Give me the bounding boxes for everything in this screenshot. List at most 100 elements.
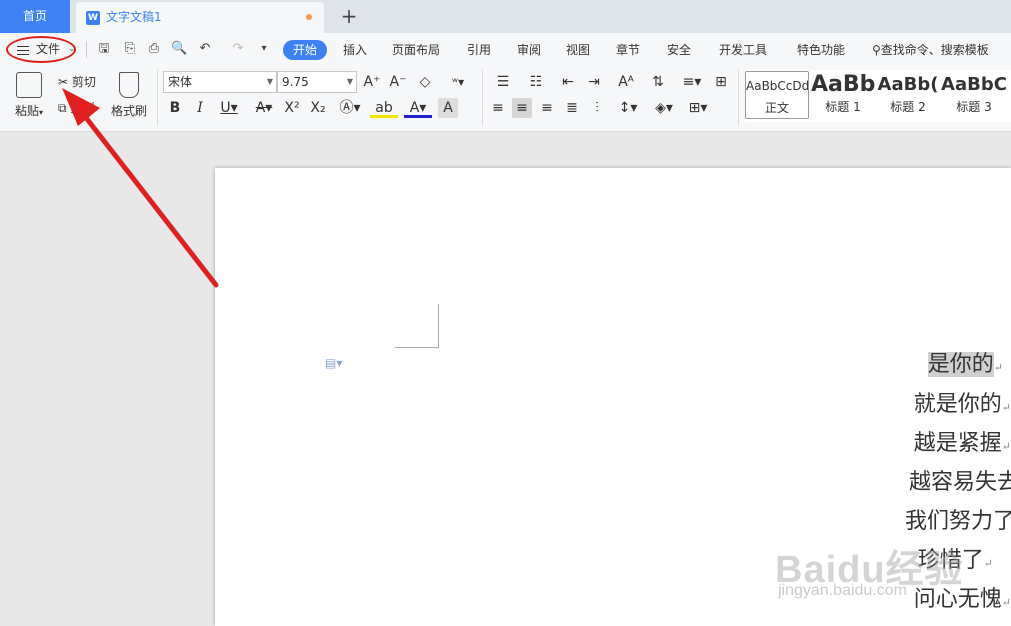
tab-view[interactable]: 视图 (566, 40, 590, 60)
brush-icon (119, 72, 139, 98)
hamburger-icon (17, 46, 29, 55)
paragraph-mark: ↵ (1001, 401, 1011, 414)
tab-insert[interactable]: 插入 (343, 40, 367, 60)
numbered-list-icon[interactable]: ☷ (523, 72, 549, 92)
line-text: 就是你的 (913, 392, 1002, 417)
tab-start[interactable]: 开始 (283, 40, 328, 60)
print-icon[interactable]: ⎙ (146, 41, 162, 57)
shading-icon[interactable]: ◈▾ (650, 98, 678, 118)
paragraph-options-icon[interactable]: ▤▾ (325, 356, 342, 370)
strikethrough-icon[interactable]: A▾ (250, 98, 278, 118)
distribute-icon[interactable]: ⫶ (587, 98, 607, 118)
tab-bar: 首页 W 文字文稿1 + (0, 0, 1011, 33)
style-heading-2[interactable]: AaBb( 标题 2 (877, 71, 939, 119)
redo-icon[interactable]: ↷ (230, 41, 246, 57)
clear-format-icon[interactable]: ◇ (415, 72, 435, 92)
divider (738, 70, 739, 126)
font-name-select[interactable]: 宋体 ▼ (163, 71, 277, 93)
divider (86, 41, 87, 58)
line-text: 我们努力了 (904, 509, 1011, 534)
style-name: 标题 2 (890, 100, 926, 114)
style-name: 标题 1 (825, 100, 861, 114)
tab-document[interactable]: W 文字文稿1 (76, 2, 324, 33)
italic-icon[interactable]: I (190, 98, 210, 118)
tab-references[interactable]: 引用 (467, 40, 491, 60)
bold-icon[interactable]: B (165, 98, 185, 118)
ribbon: 粘贴▾ ✂ 剪切 ⧉ 复制 格式刷 宋体 ▼ 9.75 ▼ A⁺ A⁻ ◇ ʷ▾ B… (0, 66, 1011, 132)
tab-special-features[interactable]: 特色功能 (797, 40, 845, 60)
font-size-select[interactable]: 9.75 ▼ (277, 71, 357, 93)
undo-icon[interactable]: ↶ (197, 41, 213, 57)
subscript-icon[interactable]: X₂ (308, 98, 328, 118)
text-line[interactable]: 越容易失去 (909, 464, 1011, 496)
chevron-down-icon: ▼ (346, 77, 353, 86)
underline-icon[interactable]: U▾ (215, 98, 243, 118)
borders-icon[interactable]: ⊞▾ (684, 98, 712, 118)
command-search[interactable]: ⚲查找命令、搜索模板 (872, 40, 989, 60)
grow-font-icon[interactable]: A⁺ (362, 72, 382, 92)
copy-button[interactable]: ⧉ 复制 (58, 99, 94, 117)
char-shading-icon[interactable]: A (438, 98, 458, 118)
copy-label: 复制 (70, 101, 95, 115)
text-direction-icon[interactable]: Aᴬ (612, 72, 640, 92)
save-icon[interactable]: 🖫 (96, 41, 112, 57)
font-size-value: 9.75 (282, 75, 309, 89)
font-name-value: 宋体 (168, 75, 193, 89)
file-menu-button[interactable]: 文件 ⌄ (6, 36, 76, 63)
export-icon[interactable]: ⎘ (122, 41, 138, 57)
divider (157, 70, 158, 126)
format-painter-label: 格式刷 (110, 104, 147, 118)
cut-label: 剪切 (71, 75, 96, 89)
text-line[interactable]: 越是紧握↵ (914, 425, 1011, 457)
text-effect-icon[interactable]: Ⓐ▾ (336, 98, 364, 118)
cut-button[interactable]: ✂ 剪切 (58, 73, 96, 91)
format-painter-button[interactable]: 格式刷 (110, 72, 148, 119)
phonetic-guide-icon[interactable]: ʷ▾ (443, 72, 473, 92)
paste-button[interactable]: 粘贴▾ (12, 72, 46, 119)
decrease-indent-icon[interactable]: ⇤ (558, 72, 578, 92)
tab-developer[interactable]: 开发工具 (719, 40, 767, 60)
table-layout-icon[interactable]: ⊞ (711, 72, 731, 92)
tab-page-layout[interactable]: 页面布局 (392, 40, 440, 60)
tab-home[interactable]: 首页 (0, 0, 70, 33)
paste-icon (16, 72, 42, 98)
align-left-icon[interactable]: ≡ (488, 98, 508, 118)
file-menu-label: 文件 (36, 42, 61, 56)
paragraph-spacing-icon[interactable]: ↕▾ (614, 98, 642, 118)
customize-toolbar-icon[interactable]: ▾ (256, 41, 272, 57)
styles-gallery: AaBbCcDd 正文 AaBb 标题 1 AaBb( 标题 2 AaBbC 标… (745, 70, 1011, 122)
font-color-icon[interactable]: A▾ (404, 98, 432, 118)
tab-review[interactable]: 审阅 (517, 40, 541, 60)
bullet-list-icon[interactable]: ☰ (490, 72, 516, 92)
line-spacing-icon[interactable]: ≡▾ (678, 72, 706, 92)
menu-bar: 文件 ⌄ 🖫 ⎘ ⎙ 🔍 ↶ ↷ ▾ 开始 插入 页面布局 引用 审阅 视图 章… (0, 33, 1011, 66)
writer-icon: W (86, 11, 100, 25)
sort-icon[interactable]: ⇅ (648, 72, 668, 92)
style-normal[interactable]: AaBbCcDd 正文 (745, 71, 809, 119)
paragraph-mark: ↵ (1001, 596, 1011, 609)
paragraph-mark: ↵ (983, 557, 993, 570)
increase-indent-icon[interactable]: ⇥ (584, 72, 604, 92)
align-center-icon[interactable]: ≡ (512, 98, 532, 118)
style-preview: AaBb( (877, 74, 939, 95)
watermark-url: jingyan.baidu.com (778, 582, 907, 599)
highlight-icon[interactable]: ab (370, 98, 398, 118)
unsaved-dot-icon (306, 14, 312, 20)
align-right-icon[interactable]: ≡ (537, 98, 557, 118)
tab-section[interactable]: 章节 (616, 40, 640, 60)
text-line[interactable]: 是你的↵ (927, 346, 1003, 378)
text-line[interactable]: 就是你的↵ (914, 386, 1011, 418)
justify-icon[interactable]: ≣ (562, 98, 582, 118)
style-heading-3[interactable]: AaBbC 标题 3 (941, 71, 1007, 119)
text-line[interactable]: 我们努力了 (905, 503, 1011, 535)
new-tab-button[interactable]: + (338, 4, 360, 28)
tab-security[interactable]: 安全 (667, 40, 691, 60)
style-name: 标题 3 (956, 100, 992, 114)
paste-label: 粘贴 (14, 104, 39, 118)
print-preview-icon[interactable]: 🔍 (171, 41, 187, 57)
scissors-icon: ✂ (58, 75, 69, 89)
document-tab-title: 文字文稿1 (106, 10, 162, 24)
shrink-font-icon[interactable]: A⁻ (388, 72, 408, 92)
superscript-icon[interactable]: X² (282, 98, 302, 118)
style-heading-1[interactable]: AaBb 标题 1 (811, 71, 875, 119)
